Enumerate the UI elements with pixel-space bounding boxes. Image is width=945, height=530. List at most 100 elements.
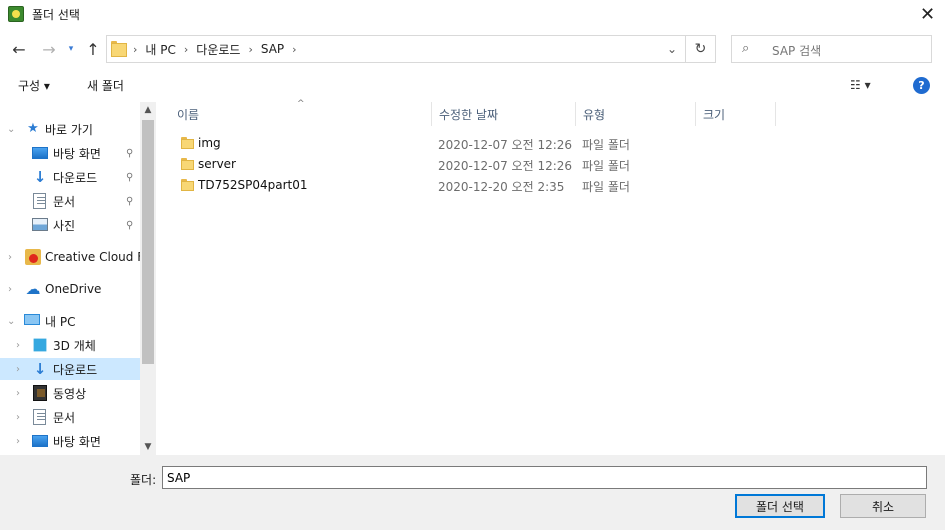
column-header-label: 이름 — [177, 107, 200, 122]
sidebar-item-this-pc[interactable]: ⌄ 내 PC — [0, 310, 140, 332]
pin-icon: ⚲ — [126, 171, 134, 183]
breadcrumb-separator: › — [133, 42, 138, 56]
3d-objects-icon — [33, 338, 47, 352]
help-button[interactable]: ? — [913, 77, 930, 94]
column-header-name[interactable]: 이름 — [177, 102, 432, 126]
sidebar-item-label: Creative Cloud Fil — [45, 250, 140, 264]
file-name: server — [198, 157, 236, 171]
back-button[interactable]: ← — [8, 38, 30, 60]
column-header-label: 유형 — [583, 107, 606, 122]
organize-button[interactable]: 구성 ▾ — [18, 77, 50, 94]
sidebar-item-desktop[interactable]: 바탕 화면 ⚲ — [0, 142, 140, 164]
star-icon: ★ — [27, 121, 39, 136]
scroll-down-button[interactable]: ▼ — [140, 439, 156, 455]
address-dropdown-button[interactable]: ⌄ — [659, 36, 685, 62]
sidebar-item-creative-cloud[interactable]: › Creative Cloud Fil — [0, 246, 140, 268]
sidebar-item-label: 문서 — [53, 410, 76, 425]
up-button[interactable]: ↑ — [82, 38, 104, 60]
column-header-label: 수정한 날짜 — [439, 107, 499, 122]
breadcrumb-separator[interactable]: › — [292, 43, 296, 56]
recent-locations-button[interactable]: ▾ — [64, 38, 78, 60]
column-header-size[interactable]: 크기 — [703, 102, 773, 126]
sidebar-item-downloads[interactable]: ↓ 다운로드 ⚲ — [0, 166, 140, 188]
select-folder-button[interactable]: 폴더 선택 — [735, 494, 825, 518]
sidebar-item-label: 3D 개체 — [53, 338, 96, 353]
breadcrumb-item-sap[interactable]: SAP — [261, 42, 284, 56]
chevron-right-icon[interactable]: › — [8, 252, 12, 263]
sidebar-item-label: 내 PC — [45, 314, 76, 329]
search-input[interactable]: ⌕ SAP 검색 — [731, 35, 932, 63]
chevron-down-icon: ▼ — [144, 442, 152, 452]
table-row[interactable]: server 2020-12-07 오전 12:26 파일 폴더 — [173, 154, 673, 175]
column-divider[interactable] — [575, 102, 576, 126]
file-name: TD752SP04part01 — [198, 178, 308, 192]
folder-icon — [111, 41, 127, 57]
sidebar-item-3d-objects[interactable]: › 3D 개체 — [0, 334, 140, 356]
chevron-down-icon[interactable]: ⌄ — [7, 316, 15, 327]
column-divider[interactable] — [431, 102, 432, 126]
sidebar-item-label: 바탕 화면 — [53, 434, 101, 449]
breadcrumb-item-downloads[interactable]: 다운로드 — [196, 41, 240, 58]
onedrive-icon: ☁ — [25, 280, 41, 298]
column-divider[interactable] — [695, 102, 696, 126]
scroll-up-button[interactable]: ▲ — [140, 102, 156, 118]
breadcrumb-separator[interactable]: › — [184, 43, 188, 56]
creative-cloud-icon — [25, 249, 41, 265]
sidebar-item-documents[interactable]: 문서 ⚲ — [0, 190, 140, 212]
sidebar-item-documents-pc[interactable]: › 문서 — [0, 406, 140, 428]
refresh-icon: ↻ — [694, 41, 707, 57]
column-header-modified[interactable]: 수정한 날짜 — [439, 102, 579, 126]
sidebar-item-label: 문서 — [53, 194, 76, 209]
sidebar-item-desktop-pc[interactable]: › 바탕 화면 — [0, 430, 140, 452]
change-view-button[interactable]: ☷ ▾ — [850, 78, 871, 92]
forward-button[interactable]: → — [38, 38, 60, 60]
search-icon: ⌕ — [742, 41, 750, 56]
chevron-right-icon[interactable]: › — [16, 412, 20, 423]
toolbar — [0, 70, 945, 102]
sidebar-item-label: 동영상 — [53, 386, 87, 401]
chevron-down-icon: ▾ — [68, 44, 74, 54]
sidebar-item-label: OneDrive — [45, 282, 102, 296]
chevron-down-icon: ⌄ — [666, 42, 678, 56]
navigation-pane: ⌄ ★ 바로 가기 바탕 화면 ⚲ ↓ 다운로드 ⚲ 문서 ⚲ 사진 ⚲ › C… — [0, 102, 156, 455]
refresh-button[interactable]: ↻ — [686, 35, 716, 63]
column-divider[interactable] — [775, 102, 776, 126]
sidebar-item-quick-access[interactable]: ⌄ ★ 바로 가기 — [0, 118, 140, 140]
breadcrumb: › 내 PC › 다운로드 › SAP › — [133, 36, 297, 62]
chevron-right-icon[interactable]: › — [16, 340, 20, 351]
chevron-right-icon[interactable]: › — [16, 436, 20, 447]
scroll-thumb[interactable] — [142, 120, 154, 364]
address-bar[interactable]: › 내 PC › 다운로드 › SAP › ⌄ — [106, 35, 686, 63]
table-row[interactable]: TD752SP04part01 2020-12-20 오전 2:35 파일 폴더 — [173, 175, 673, 196]
sidebar-item-downloads-selected[interactable]: › ↓ 다운로드 — [0, 358, 140, 380]
nav-scrollbar[interactable]: ▲ ▼ — [140, 102, 156, 455]
pin-icon: ⚲ — [126, 195, 134, 207]
table-row[interactable]: img 2020-12-07 오전 12:26 파일 폴더 — [173, 133, 673, 154]
folder-icon — [181, 137, 194, 149]
sidebar-item-pictures[interactable]: 사진 ⚲ — [0, 214, 140, 236]
chevron-right-icon[interactable]: › — [16, 388, 20, 399]
video-icon — [33, 385, 47, 401]
new-folder-button[interactable]: 새 폴더 — [87, 77, 124, 94]
chevron-down-icon[interactable]: ⌄ — [7, 124, 15, 135]
desktop-icon — [32, 435, 48, 447]
chevron-right-icon[interactable]: › — [8, 284, 12, 295]
breadcrumb-item-pc[interactable]: 내 PC — [145, 41, 175, 58]
column-header-type[interactable]: 유형 — [583, 102, 693, 126]
pin-icon: ⚲ — [126, 219, 134, 231]
file-type: 파일 폴더 — [582, 180, 630, 194]
folder-field[interactable] — [162, 466, 927, 489]
sidebar-item-label: 바탕 화면 — [53, 146, 101, 161]
file-list: ^ 이름 수정한 날짜 유형 크기 img 2020-12-07 오전 12:2… — [157, 99, 945, 455]
close-button[interactable]: ✕ — [910, 0, 945, 28]
arrow-left-icon: ← — [12, 39, 26, 59]
chevron-right-icon[interactable]: › — [16, 364, 20, 375]
breadcrumb-separator[interactable]: › — [248, 43, 252, 56]
sidebar-item-onedrive[interactable]: › ☁ OneDrive — [0, 278, 140, 300]
cancel-button[interactable]: 취소 — [840, 494, 926, 518]
sidebar-item-videos[interactable]: › 동영상 — [0, 382, 140, 404]
folder-icon — [181, 179, 194, 191]
chevron-up-icon: ▲ — [144, 105, 152, 115]
pin-icon: ⚲ — [126, 147, 134, 159]
file-name: img — [198, 136, 221, 150]
